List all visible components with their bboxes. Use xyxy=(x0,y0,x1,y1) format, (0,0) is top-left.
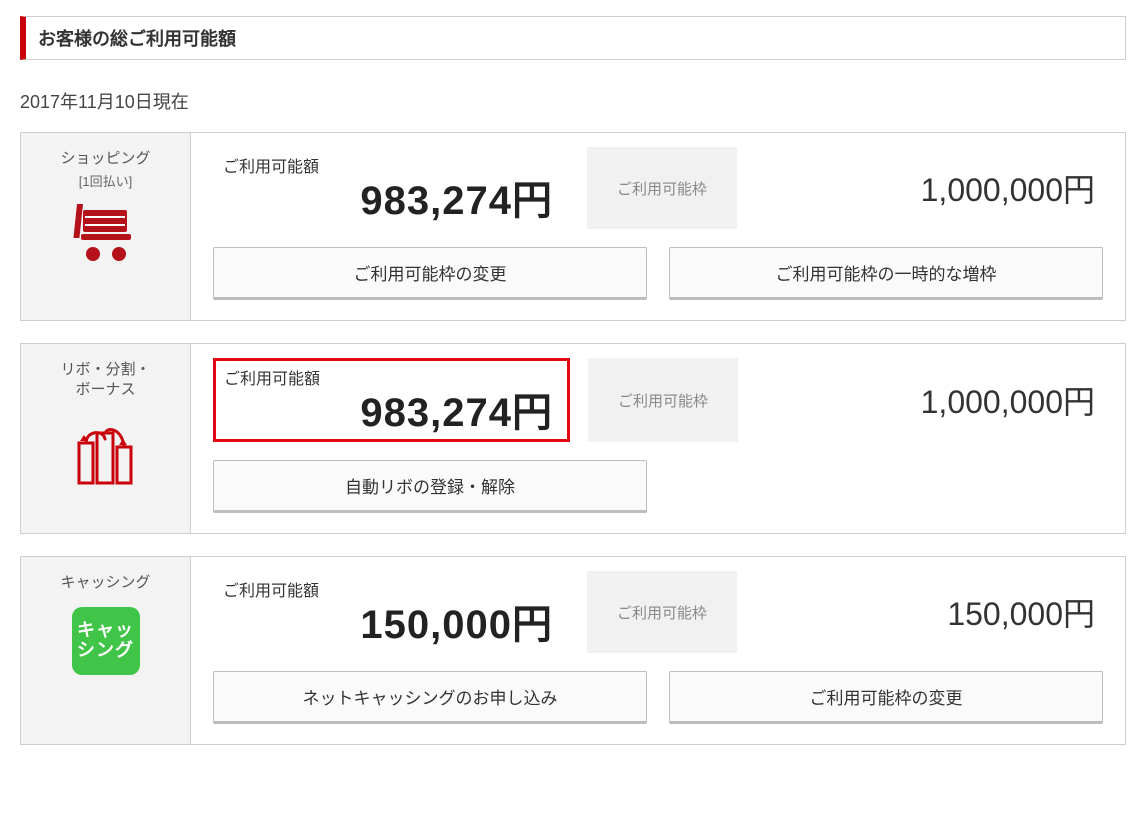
available-amount-label: ご利用可能額 xyxy=(219,577,559,601)
shopping-available-box: ご利用可能額 983,274円 xyxy=(213,147,569,229)
available-amount-label: ご利用可能額 xyxy=(220,365,559,389)
section-shopping-body: ご利用可能額 983,274円 ご利用可能枠 1,000,000円 ご利用可能枠… xyxy=(191,133,1125,320)
gift-icon xyxy=(27,423,184,489)
shopping-button-row: ご利用可能枠の変更 ご利用可能枠の一時的な増枠 xyxy=(213,247,1103,300)
section-revolving: リボ・分割・ ボーナス ご利用可能額 983,274円 ご利用可能枠 xyxy=(20,343,1126,534)
section-shopping-subtitle: [1回払い] xyxy=(27,171,184,190)
cashing-badge-icon: キャッ シング xyxy=(27,607,184,675)
credit-limit-label: ご利用可能枠 xyxy=(587,571,737,653)
revolving-amount-row: ご利用可能額 983,274円 ご利用可能枠 1,000,000円 xyxy=(213,358,1103,442)
shopping-amount-row: ご利用可能額 983,274円 ご利用可能枠 1,000,000円 xyxy=(213,147,1103,229)
apply-net-cashing-button[interactable]: ネットキャッシングのお申し込み xyxy=(213,671,647,724)
shopping-limit-value: 1,000,000円 xyxy=(755,147,1103,229)
available-amount-label: ご利用可能額 xyxy=(219,153,559,177)
section-cashing-title: キャッシング xyxy=(27,573,184,593)
section-revolving-sidebar: リボ・分割・ ボーナス xyxy=(21,344,191,533)
cashing-button-row: ネットキャッシングのお申し込み ご利用可能枠の変更 xyxy=(213,671,1103,724)
revolving-available-value: 983,274円 xyxy=(220,391,559,435)
cashing-limit-value: 150,000円 xyxy=(755,571,1103,653)
section-shopping-title: ショッピング xyxy=(27,149,184,169)
section-shopping: ショッピング [1回払い] ご利用可能額 983, xyxy=(20,132,1126,321)
shopping-available-value: 983,274円 xyxy=(219,179,559,223)
temp-increase-button[interactable]: ご利用可能枠の一時的な増枠 xyxy=(669,247,1103,300)
cashing-available-box: ご利用可能額 150,000円 xyxy=(213,571,569,653)
section-cashing: キャッシング キャッ シング ご利用可能額 150,000円 ご利用可能枠 15… xyxy=(20,556,1126,745)
revolving-available-box: ご利用可能額 983,274円 xyxy=(213,358,570,442)
change-limit-button[interactable]: ご利用可能枠の変更 xyxy=(213,247,647,300)
auto-revo-button[interactable]: 自動リボの登録・解除 xyxy=(213,460,647,513)
section-shopping-sidebar: ショッピング [1回払い] xyxy=(21,133,191,320)
revolving-button-row: 自動リボの登録・解除 xyxy=(213,460,1103,513)
cart-icon xyxy=(27,204,184,264)
revolving-limit-value: 1,000,000円 xyxy=(756,358,1103,442)
credit-limit-label: ご利用可能枠 xyxy=(588,358,738,442)
credit-limit-label: ご利用可能枠 xyxy=(587,147,737,229)
page-title: お客様の総ご利用可能額 xyxy=(20,16,1126,60)
section-cashing-sidebar: キャッシング キャッ シング xyxy=(21,557,191,744)
cashing-amount-row: ご利用可能額 150,000円 ご利用可能枠 150,000円 xyxy=(213,571,1103,653)
cashing-change-limit-button[interactable]: ご利用可能枠の変更 xyxy=(669,671,1103,724)
section-cashing-body: ご利用可能額 150,000円 ご利用可能枠 150,000円 ネットキャッシン… xyxy=(191,557,1125,744)
cashing-available-value: 150,000円 xyxy=(219,603,559,647)
as-of-date: 2017年11月10日現在 xyxy=(20,88,1126,114)
section-revolving-body: ご利用可能額 983,274円 ご利用可能枠 1,000,000円 自動リボの登… xyxy=(191,344,1125,533)
section-revolving-title: リボ・分割・ ボーナス xyxy=(27,360,184,401)
